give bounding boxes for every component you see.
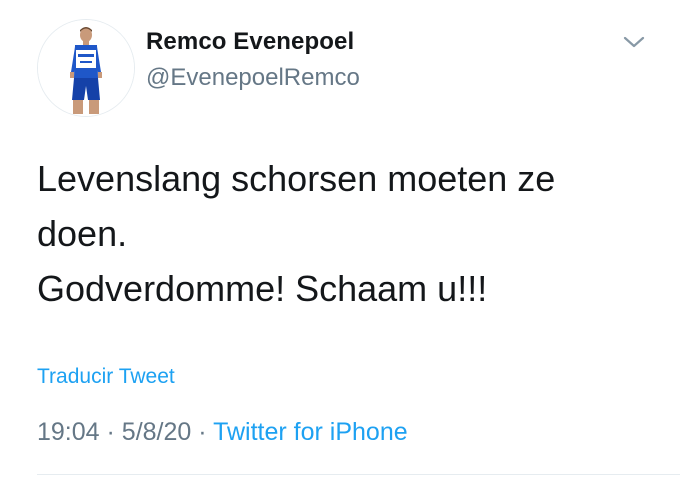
tweet-meta: 19:04 · 5/8/20 · Twitter for iPhone: [37, 418, 408, 447]
chevron-down-icon[interactable]: [620, 32, 648, 52]
translate-tweet-link[interactable]: Traducir Tweet: [37, 365, 175, 389]
cyclist-avatar-image: [38, 20, 134, 116]
meta-separator: ·: [106, 418, 115, 446]
tweet-date: 5/8/20: [121, 418, 192, 446]
tweet-card: Remco Evenepoel @EvenepoelRemco Levensla…: [0, 0, 680, 487]
tweet-text-line: Levenslang schorsen moeten ze: [37, 158, 556, 199]
tweet-text: Levenslang schorsen moeten ze doen. Godv…: [37, 151, 637, 316]
tweet-text-line: doen.: [37, 213, 128, 254]
divider: [37, 474, 680, 475]
author-handle[interactable]: @EvenepoelRemco: [146, 64, 360, 92]
author-display-name[interactable]: Remco Evenepoel: [146, 28, 354, 56]
avatar[interactable]: [37, 19, 135, 117]
tweet-time: 19:04: [37, 418, 100, 446]
tweet-source-link[interactable]: Twitter for iPhone: [213, 418, 408, 446]
meta-separator: ·: [198, 418, 207, 446]
tweet-text-line: Godverdomme! Schaam u!!!: [37, 268, 488, 309]
